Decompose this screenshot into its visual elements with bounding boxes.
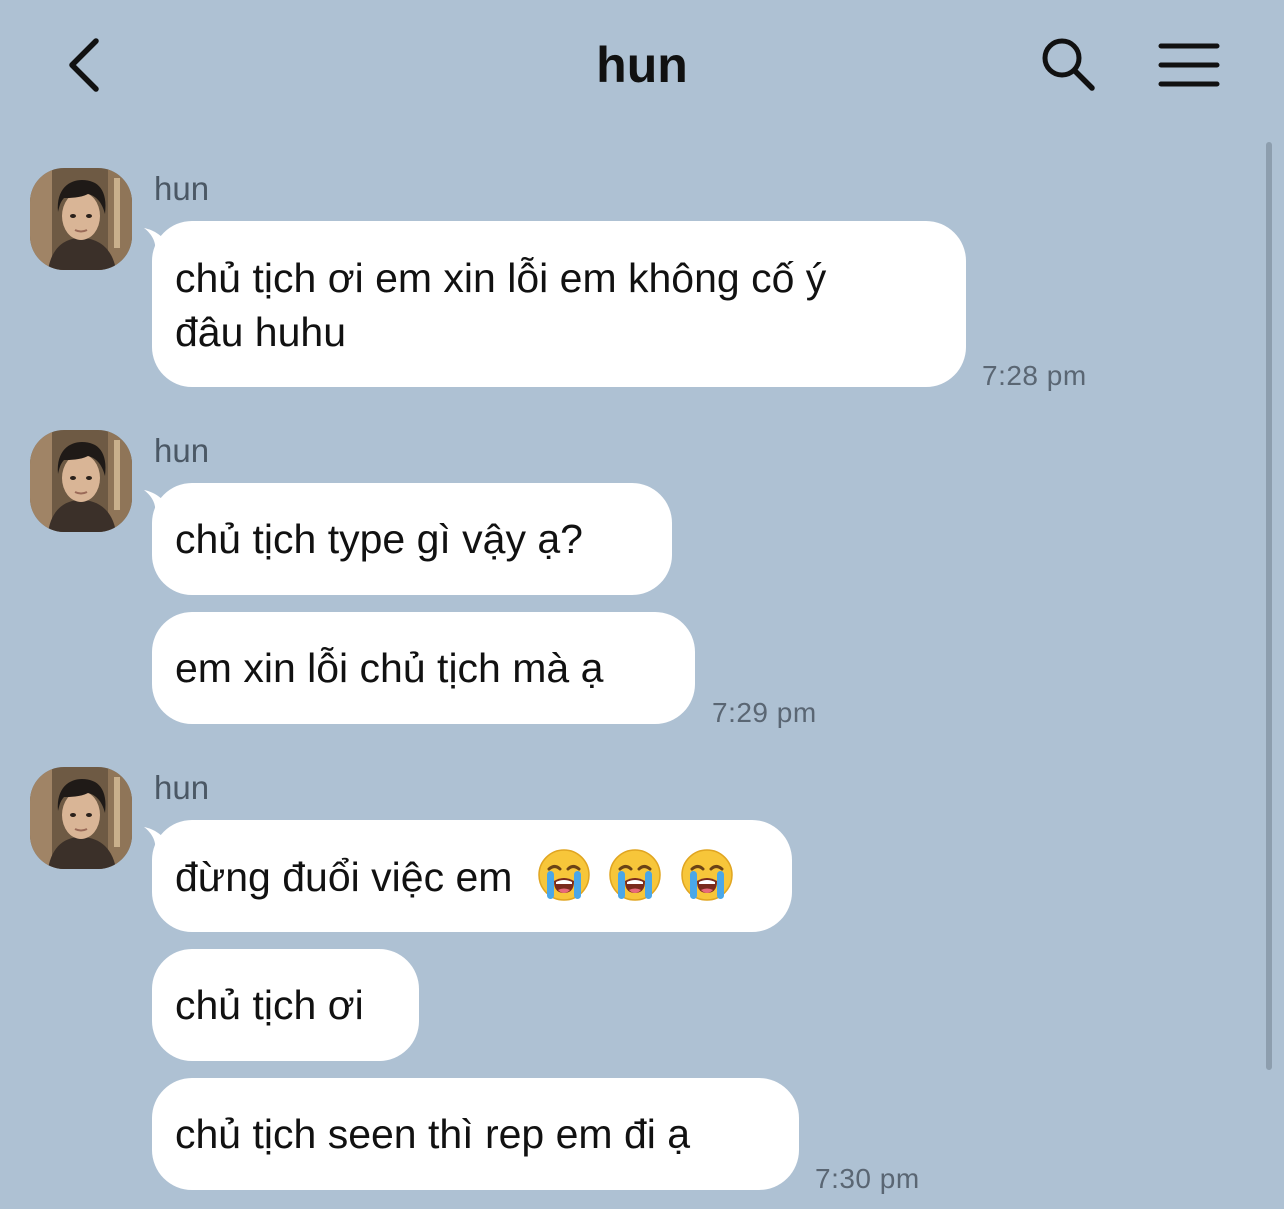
message-text: em xin lỗi chủ tịch mà ạ <box>175 645 604 691</box>
loudly-crying-face-icon <box>538 849 590 901</box>
search-icon <box>1042 38 1095 91</box>
message-text: đừng đuổi việc em <box>175 854 513 900</box>
message-content: đừng đuổi việc em <box>175 849 770 904</box>
message-text: chủ tịch type gì vậy ạ? <box>175 516 583 562</box>
message-timestamp: 7:29 pm <box>712 697 817 728</box>
chat-header: hun <box>0 0 1284 130</box>
sender-name: hun <box>154 432 210 469</box>
avatar-photo <box>30 168 132 270</box>
avatar-photo <box>30 767 132 869</box>
search-button[interactable] <box>1034 30 1102 98</box>
loudly-crying-face-icon <box>609 849 661 901</box>
hamburger-menu-icon <box>1158 43 1220 87</box>
message-text: chủ tịch ơi <box>175 982 364 1028</box>
message-text-line: chủ tịch ơi em xin lỗi em không cố ý <box>175 255 827 301</box>
message-text: chủ tịch seen thì rep em đi ạ <box>175 1111 691 1157</box>
message-timestamp: 7:28 pm <box>982 360 1087 391</box>
message-bubble[interactable]: chủ tịch seen thì rep em đi ạ <box>152 1078 799 1190</box>
message-text-line: đâu huhu <box>175 309 347 355</box>
loudly-crying-face-icon <box>681 849 733 901</box>
message-bubble[interactable]: chủ tịch ơi <box>152 949 419 1061</box>
message-bubble[interactable]: chủ tịch type gì vậy ạ? <box>152 483 672 595</box>
sender-name: hun <box>154 170 210 207</box>
avatar[interactable] <box>30 168 132 270</box>
menu-button[interactable] <box>1150 34 1228 96</box>
message-bubble[interactable]: chủ tịch ơi em xin lỗi em không cố ý đâu… <box>152 221 966 387</box>
message-bubble[interactable]: đừng đuổi việc em <box>152 820 792 932</box>
avatar[interactable] <box>30 430 132 532</box>
sender-name: hun <box>154 769 210 806</box>
avatar[interactable] <box>30 767 132 869</box>
avatar-photo <box>30 430 132 532</box>
message-bubble[interactable]: em xin lỗi chủ tịch mà ạ <box>152 612 695 724</box>
scrollbar[interactable] <box>1266 142 1272 1070</box>
message-timestamp: 7:30 pm <box>815 1163 920 1194</box>
